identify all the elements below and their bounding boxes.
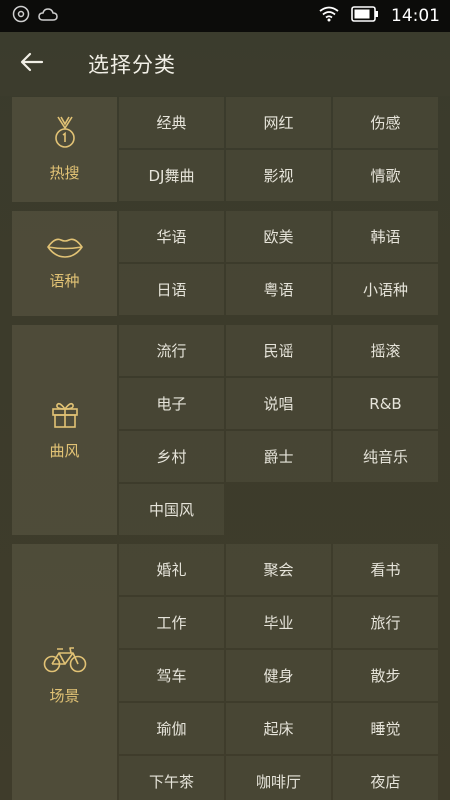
item-button[interactable]: 看书 <box>333 544 438 595</box>
section-language: 语种 华语 欧美 韩语 日语 粤语 小语种 <box>12 211 438 316</box>
section-genre: 曲风 流行 民谣 摇滚 电子 说唱 R&B 乡村 爵士 纯音乐 中国风 <box>12 325 438 535</box>
item-button[interactable]: 驾车 <box>119 650 224 701</box>
item-button[interactable]: DJ舞曲 <box>119 150 224 201</box>
item-button[interactable]: R&B <box>333 378 438 429</box>
item-button[interactable]: 乡村 <box>119 431 224 482</box>
item-button[interactable]: 下午茶 <box>119 756 224 800</box>
item-button[interactable]: 聚会 <box>226 544 331 595</box>
item-button[interactable]: 纯音乐 <box>333 431 438 482</box>
category-header-genre: 曲风 <box>12 325 117 535</box>
item-button[interactable]: 影视 <box>226 150 331 201</box>
category-header-language: 语种 <box>12 211 117 316</box>
item-button[interactable]: 说唱 <box>226 378 331 429</box>
category-label: 场景 <box>49 687 80 705</box>
item-button[interactable]: 夜店 <box>333 756 438 800</box>
category-label: 语种 <box>49 272 80 290</box>
item-button[interactable]: 爵士 <box>226 431 331 482</box>
item-button[interactable]: 婚礼 <box>119 544 224 595</box>
item-button[interactable]: 情歌 <box>333 150 438 201</box>
arrow-left-icon <box>20 52 44 76</box>
item-button[interactable]: 经典 <box>119 97 224 148</box>
medal-icon <box>52 116 78 154</box>
item-button[interactable]: 睡觉 <box>333 703 438 754</box>
category-label: 热搜 <box>49 164 80 182</box>
bicycle-icon <box>43 645 87 677</box>
item-button[interactable]: 瑜伽 <box>119 703 224 754</box>
wifi-icon <box>319 6 339 26</box>
page-title: 选择分类 <box>88 53 176 77</box>
item-button[interactable]: 散步 <box>333 650 438 701</box>
category-header-scene: 场景 <box>12 544 117 800</box>
item-button[interactable]: 旅行 <box>333 597 438 648</box>
category-label: 曲风 <box>49 441 80 460</box>
item-button[interactable]: 中国风 <box>119 484 224 535</box>
app-header: 选择分类 <box>0 32 450 96</box>
item-button[interactable]: 健身 <box>226 650 331 701</box>
category-header-hot-search: 热搜 <box>12 97 117 202</box>
back-button[interactable] <box>0 32 64 96</box>
item-button[interactable]: 韩语 <box>333 211 438 262</box>
item-button[interactable]: 欧美 <box>226 211 331 262</box>
cloud-icon <box>38 7 58 26</box>
item-button[interactable]: 流行 <box>119 325 224 376</box>
item-button[interactable]: 民谣 <box>226 325 331 376</box>
item-button[interactable]: 起床 <box>226 703 331 754</box>
item-button[interactable]: 伤感 <box>333 97 438 148</box>
status-bar: 14:01 <box>0 0 450 32</box>
item-button[interactable]: 小语种 <box>333 264 438 315</box>
item-button[interactable]: 咖啡厅 <box>226 756 331 800</box>
music-disc-icon <box>12 5 30 27</box>
gift-icon <box>51 400 79 432</box>
item-button[interactable]: 华语 <box>119 211 224 262</box>
item-button[interactable]: 日语 <box>119 264 224 315</box>
item-button[interactable]: 粤语 <box>226 264 331 315</box>
item-button[interactable]: 电子 <box>119 378 224 429</box>
clock: 14:01 <box>391 6 440 26</box>
section-scene: 场景 婚礼 聚会 看书 工作 毕业 旅行 驾车 健身 散步 瑜伽 起床 睡觉 下… <box>12 544 438 800</box>
battery-icon <box>351 6 379 26</box>
lips-icon <box>46 236 83 262</box>
item-button[interactable]: 毕业 <box>226 597 331 648</box>
item-button[interactable]: 网红 <box>226 97 331 148</box>
section-hot-search: 热搜 经典 网红 伤感 DJ舞曲 影视 情歌 <box>12 97 438 202</box>
item-button[interactable]: 摇滚 <box>333 325 438 376</box>
item-button[interactable]: 工作 <box>119 597 224 648</box>
